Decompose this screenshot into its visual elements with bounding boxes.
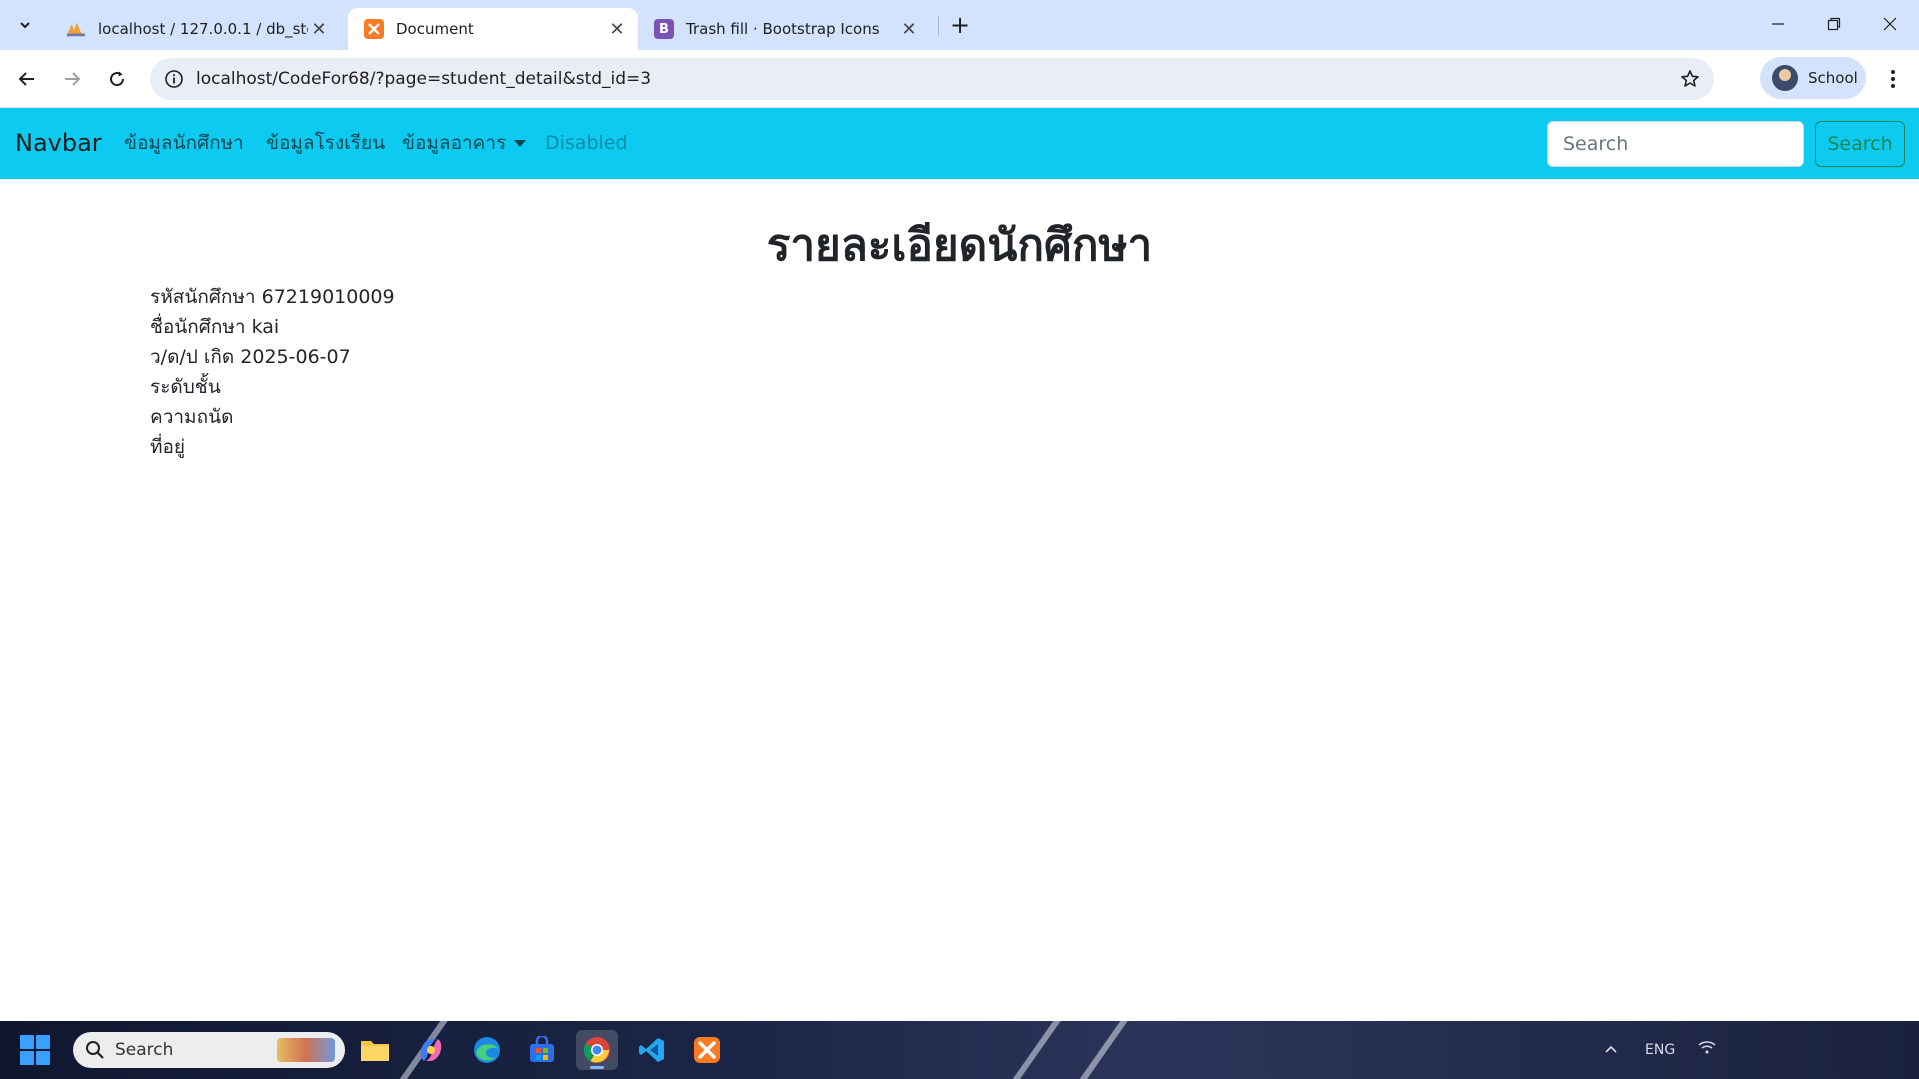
reload-button[interactable] [100,62,134,96]
detail-student-name: ชื่อนักศึกษา kai [150,312,395,342]
navbar-search-button[interactable]: Search [1815,121,1905,167]
detail-label: รหัสนักศึกษา [150,286,256,308]
taskbar-search-label: Search [115,1040,174,1060]
forward-button[interactable] [55,62,89,96]
site-info-icon[interactable] [162,67,186,91]
close-icon[interactable]: ✕ [308,18,330,40]
tab-document[interactable]: Document ✕ [348,8,638,50]
caret-down-icon [514,140,527,147]
nav-dropdown-label: ข้อมูลอาคาร [402,132,507,154]
search-highlight-image [277,1038,335,1062]
detail-value: 2025-06-07 [240,346,351,368]
file-explorer-icon[interactable] [354,1030,396,1070]
arrow-right-icon [65,72,81,86]
back-button[interactable] [10,62,44,96]
start-button[interactable] [20,1035,50,1065]
search-icon [86,1041,104,1059]
detail-grade-level: ระดับชั้น [150,372,395,402]
minimize-button[interactable] [1750,0,1806,48]
windows-taskbar: Search ENG [0,1021,1919,1079]
bookmark-star-icon[interactable] [1678,67,1702,91]
bootstrap-icon: B [654,19,674,39]
more-vertical-icon [1891,70,1895,88]
browser-menu-button[interactable] [1876,62,1910,96]
taskbar-search[interactable]: Search [73,1032,345,1068]
close-icon[interactable]: ✕ [898,18,920,40]
wallpaper-streak [1006,1021,1080,1079]
tab-title: Document [396,20,474,38]
detail-value: kai [251,316,280,338]
minimize-icon [1772,23,1784,25]
profile-label: School [1808,69,1858,87]
detail-label: ความถนัด [150,406,234,428]
tab-title: localhost / 127.0.0.1 / db_std2_( [98,20,308,38]
profile-button[interactable]: School [1760,57,1866,99]
page-title: รายละเอียดนักศึกษา [766,220,1153,271]
close-icon[interactable]: ✕ [606,18,628,40]
wifi-icon[interactable] [1698,1021,1716,1079]
xampp-icon[interactable] [686,1030,728,1070]
chevron-down-icon [20,22,30,29]
tab-bootstrap-icons[interactable]: B Trash fill · Bootstrap Icons ✕ [638,8,930,50]
windows-logo-icon [20,1051,34,1065]
detail-address: ที่อยู่ [150,432,395,462]
plus-icon: + [949,11,971,39]
tab-phpmyadmin[interactable]: localhost / 127.0.0.1 / db_std2_( ✕ [50,8,340,50]
close-icon [1883,17,1897,31]
nav-link-disabled: Disabled [545,132,628,154]
vscode-icon[interactable] [631,1030,673,1070]
arrow-left-icon [18,72,34,86]
tab-separator [938,16,939,36]
nav-link-students[interactable]: ข้อมูลนักศึกษา [124,108,244,179]
site-navbar: Navbar ข้อมูลนักศึกษา ข้อมูลโรงเรียน ข้อ… [0,108,1919,179]
edge-icon[interactable] [466,1030,508,1070]
nav-link-schools[interactable]: ข้อมูลโรงเรียน [266,108,385,179]
detail-label: ว/ด/ป เกิด [150,346,235,368]
student-details: รหัสนักศึกษา 67219010009 ชื่อนักศึกษา ka… [150,282,395,462]
restore-button[interactable] [1806,0,1862,48]
new-tab-button[interactable]: + [946,11,974,39]
detail-label: ชื่อนักศึกษา [150,316,246,338]
close-window-button[interactable] [1862,0,1918,48]
chrome-icon[interactable] [576,1030,618,1070]
browser-toolbar: localhost/CodeFor68/?page=student_detail… [0,50,1919,108]
detail-value: 67219010009 [261,286,395,308]
store-icon[interactable] [521,1030,563,1070]
navbar-search-input[interactable] [1547,121,1804,167]
detail-label: ที่อยู่ [150,436,186,458]
address-bar[interactable]: localhost/CodeFor68/?page=student_detail… [150,58,1714,100]
detail-birth-date: ว/ด/ป เกิด 2025-06-07 [150,342,395,372]
tab-title: Trash fill · Bootstrap Icons [686,20,880,38]
browser-tab-strip: localhost / 127.0.0.1 / db_std2_( ✕ Docu… [0,0,1919,50]
detail-aptitude: ความถนัด [150,402,395,432]
reload-icon [110,71,125,87]
navbar-brand[interactable]: Navbar [15,108,102,179]
detail-label: ระดับชั้น [150,376,221,398]
url-text[interactable]: localhost/CodeFor68/?page=student_detail… [196,58,651,100]
wallpaper-streak [1066,1021,1140,1079]
windows-logo-icon [36,1035,50,1049]
windows-logo-icon [20,1035,34,1049]
copilot-icon[interactable] [410,1030,452,1070]
windows-logo-icon [36,1051,50,1065]
tray-expand-icon[interactable] [1604,1021,1618,1079]
detail-student-id: รหัสนักศึกษา 67219010009 [150,282,395,312]
xampp-icon [364,19,384,39]
tab-search-button[interactable] [10,10,40,40]
avatar [1772,65,1798,91]
restore-icon [1827,17,1841,31]
language-indicator[interactable]: ENG [1645,1021,1675,1079]
nav-dropdown-buildings[interactable]: ข้อมูลอาคาร [402,108,527,179]
phpmyadmin-icon [66,19,86,39]
